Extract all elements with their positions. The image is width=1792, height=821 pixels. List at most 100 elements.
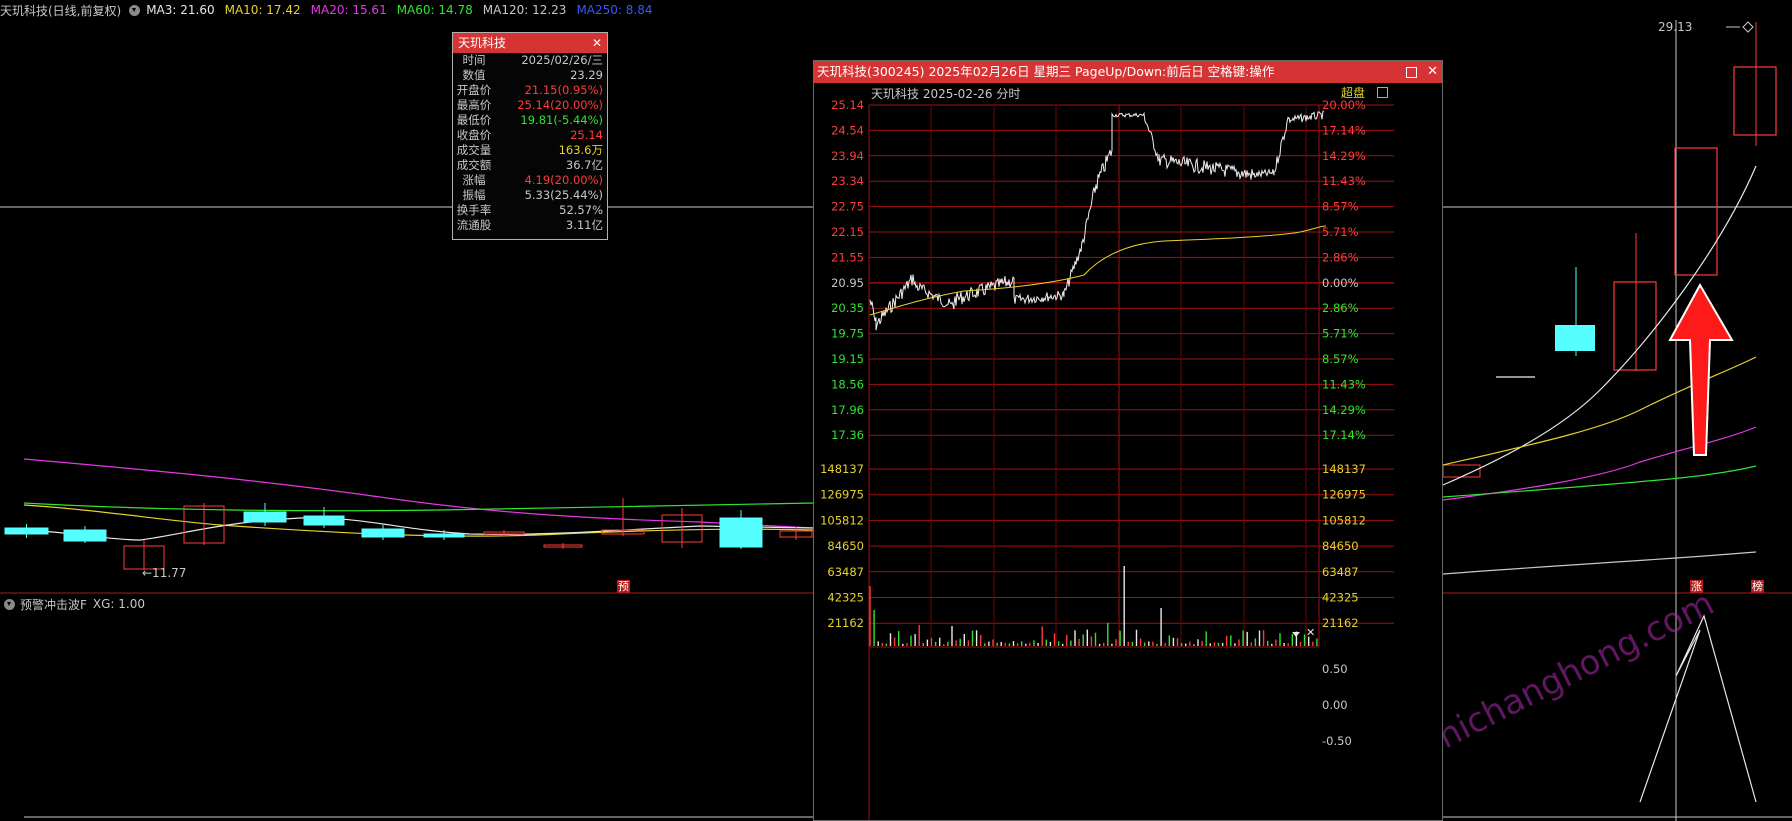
popup-row-key: 收盘价 (456, 128, 492, 142)
close-icon: ✕ (1306, 626, 1315, 639)
popup-row-value: 36.7亿 (565, 158, 603, 172)
ma20-line (23, 458, 814, 529)
price-tick-label: 23.94 (831, 149, 864, 163)
intraday-chart[interactable]: 25.14 24.54 23.94 23.34 22.75 22.15 21.55 20.95… (814, 83, 1442, 820)
pct-tick-label: 17.14% (1322, 428, 1366, 442)
popup-row-value: 163.6万 (558, 143, 603, 157)
bang-badge[interactable]: 榜 (1751, 580, 1764, 593)
popup-row-value: 25.14(20.00%) (517, 98, 603, 112)
up-arrow-icon (1668, 282, 1734, 456)
volume-tick-label: 148137 (1322, 462, 1366, 476)
chart-title: 天玑科技(日线,前复权) (0, 3, 122, 18)
popup-row-key: 最高价 (456, 98, 492, 112)
ma10-label: MA10: 17.42 (224, 3, 301, 17)
popup-row-value: 25.14 (570, 128, 603, 142)
price-tick-label: 19.15 (831, 352, 864, 366)
pct-tick-label: 11.43% (1322, 377, 1366, 391)
candle-body (361, 528, 405, 538)
volume-tick-label: 84650 (1322, 539, 1359, 553)
ma20-label: MA20: 15.61 (310, 3, 387, 17)
ma3-line (23, 517, 814, 541)
popup-row: 换手率 52.57% (453, 203, 607, 218)
marker-diamond (1742, 21, 1754, 33)
volume-tick-label: 63487 (827, 565, 864, 579)
ma60-label: MA60: 14.78 (396, 3, 473, 17)
popup-row-key: 换手率 (456, 203, 492, 217)
popup-row-value: 52.57% (559, 203, 603, 217)
close-icon[interactable]: ✕ (592, 33, 602, 53)
popup-row-value: 5.33(25.44%) (524, 188, 603, 202)
volume-tick-label: 42325 (1322, 591, 1359, 605)
dropdown-icon[interactable] (4, 598, 15, 610)
pct-tick-label: 14.29% (1322, 403, 1366, 417)
ma120-line (1442, 551, 1757, 575)
pct-tick-label: 8.57% (1322, 200, 1359, 214)
candle-body (1613, 281, 1657, 371)
ma250-label: MA250: 8.84 (576, 3, 653, 17)
close-icon[interactable]: ✕ (1427, 61, 1438, 83)
chaopan-button[interactable]: 超盘 (1341, 84, 1365, 101)
volume-tick-label: 42325 (827, 591, 864, 605)
volume-tick-label: 63487 (1322, 565, 1359, 579)
price-tick-label: 23.34 (831, 174, 864, 188)
ma-legend: 天玑科技(日线,前复权) MA3: 21.60 MA10: 17.42 MA20… (0, 0, 662, 20)
indicator-tick-label: 0.00 (1322, 698, 1348, 712)
popup-row-value: 21.15(0.95%) (524, 83, 603, 97)
dropdown-icon[interactable] (129, 4, 141, 16)
indicator-xg: XG: 1.00 (92, 597, 146, 611)
pct-tick-label: 5.71% (1322, 327, 1359, 341)
volume-tick-label: 148137 (820, 462, 864, 476)
price-tick-label: 20.95 (831, 276, 864, 290)
popup-row-key: 时间 (462, 53, 486, 67)
popup-row: 开盘价 21.15(0.95%) (453, 83, 607, 98)
indicator-tick-label: 0.50 (1322, 662, 1348, 676)
zhang-badge[interactable]: 涨 (1690, 580, 1703, 593)
popup-row-key: 开盘价 (456, 83, 492, 97)
panel-toggle-icon[interactable] (1377, 87, 1388, 98)
popup-row: 振幅 5.33(25.44%) (453, 188, 607, 203)
pct-tick-label: 2.86% (1322, 250, 1359, 264)
maximize-icon[interactable] (1406, 67, 1418, 78)
price-tick-label: 18.56 (831, 377, 864, 391)
popup-title: 天玑科技 (458, 36, 507, 50)
price-tick-label: 22.15 (831, 225, 864, 239)
ma3-label: MA3: 21.60 (146, 3, 215, 17)
volume-tick-label: 105812 (820, 513, 864, 527)
intraday-titlebar[interactable]: 天玑科技(300245) 2025年02月26日 星期三 PageUp/Down… (814, 61, 1442, 83)
indicator-legend: 预警冲击波F XG: 1.00 (0, 596, 145, 612)
price-tick-label: 17.36 (831, 428, 864, 442)
price-line (869, 110, 1325, 331)
candle-body (423, 533, 465, 538)
intraday-title: 天玑科技(300245) 2025年02月26日 星期三 PageUp/Down… (817, 64, 1275, 79)
price-tick-label: 24.54 (831, 123, 864, 137)
ma120-label: MA120: 12.23 (482, 3, 567, 17)
popup-row: 最低价 19.81(-5.44%) (453, 113, 607, 128)
data-window-popup[interactable]: 天玑科技 ✕ 时间 2025/02/26/三 数值 23.29 开盘价 21.15(0.9… (452, 32, 608, 240)
candle-body (1733, 66, 1777, 136)
pct-tick-label: 0.00% (1322, 276, 1359, 290)
pct-tick-label: 5.71% (1322, 225, 1359, 239)
ma10-line (23, 504, 814, 537)
price-tick-label: 21.55 (831, 250, 864, 264)
intraday-subtitle: 天玑科技 2025-02-26 分时 (871, 87, 1021, 101)
popup-row-value: 19.81(-5.44%) (520, 113, 603, 127)
ma60-line (1442, 465, 1757, 498)
price-tick-label: 17.96 (831, 403, 864, 417)
popup-header[interactable]: 天玑科技 ✕ (453, 33, 607, 53)
high-price-marker: 29.13 (1658, 20, 1693, 34)
volume-tick-label: 126975 (820, 488, 864, 502)
candle-body (1555, 325, 1595, 351)
popup-row-value: 3.11亿 (565, 218, 603, 232)
volume-tick-label: 105812 (1322, 513, 1366, 527)
pct-tick-label: 11.43% (1322, 174, 1366, 188)
popup-row: 流通股 3.11亿 (453, 218, 607, 233)
volume-tick-label: 84650 (827, 539, 864, 553)
price-tick-label: 19.75 (831, 327, 864, 341)
popup-row: 成交量 163.6万 (453, 143, 607, 158)
popup-row: 涨幅 4.19(20.00%) (453, 173, 607, 188)
yu-badge[interactable]: 预 (617, 580, 630, 593)
intraday-window[interactable]: 天玑科技(300245) 2025年02月26日 星期三 PageUp/Down… (813, 60, 1443, 821)
popup-row-value: 23.29 (570, 68, 603, 82)
avg-price-line (869, 225, 1327, 316)
popup-row-key: 涨幅 (462, 173, 486, 187)
